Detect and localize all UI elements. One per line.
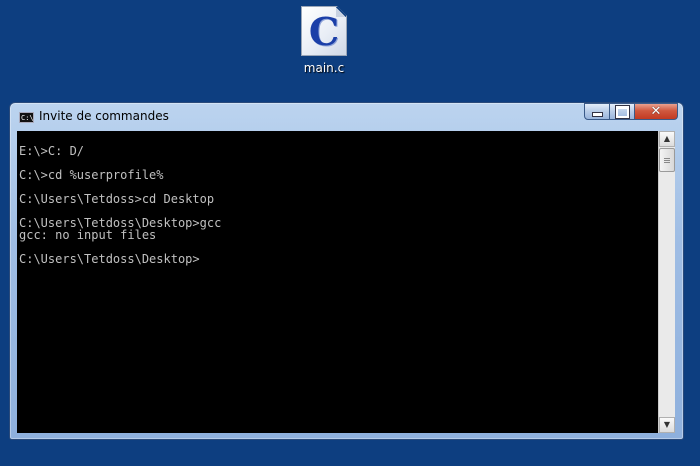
window-title: Invite de commandes [39, 109, 169, 123]
console-prompt: C:\Users\Tetdoss\Desktop> [19, 252, 200, 266]
file-letter: C [308, 9, 340, 54]
vertical-scrollbar[interactable]: ▲ ▼ [658, 131, 675, 433]
thumb-grip [664, 160, 670, 161]
desktop-icon-label: main.c [303, 61, 345, 75]
c-source-file-icon: C [301, 6, 347, 56]
desktop-file-main-c[interactable]: C main.c [292, 6, 356, 75]
console-line: gcc: no input files [19, 228, 157, 242]
thumb-grip [664, 158, 670, 159]
command-prompt-window: C:\ Invite de commandes ✕ E:\>C: D/ C:\>… [9, 102, 684, 440]
caption-buttons: ✕ [584, 103, 678, 121]
cmd-icon[interactable]: C:\ [19, 112, 34, 123]
maximize-button[interactable] [610, 103, 635, 120]
title-bar[interactable]: C:\ Invite de commandes ✕ [10, 103, 683, 130]
minimize-button[interactable] [584, 103, 610, 120]
thumb-grip [664, 162, 670, 163]
scroll-down-button[interactable]: ▼ [659, 417, 675, 433]
minimize-icon [591, 112, 603, 117]
console-line: C:\Users\Tetdoss>cd Desktop [19, 192, 215, 206]
console-output[interactable]: E:\>C: D/ C:\>cd %userprofile% C:\Users\… [17, 131, 658, 433]
close-button[interactable]: ✕ [635, 103, 678, 120]
console-line: E:\>C: D/ [19, 144, 85, 158]
maximize-icon [614, 104, 630, 119]
console-line: C:\>cd %userprofile% [19, 168, 164, 182]
scroll-up-button[interactable]: ▲ [659, 131, 675, 147]
scroll-thumb[interactable] [659, 148, 675, 172]
close-icon: ✕ [650, 104, 662, 119]
